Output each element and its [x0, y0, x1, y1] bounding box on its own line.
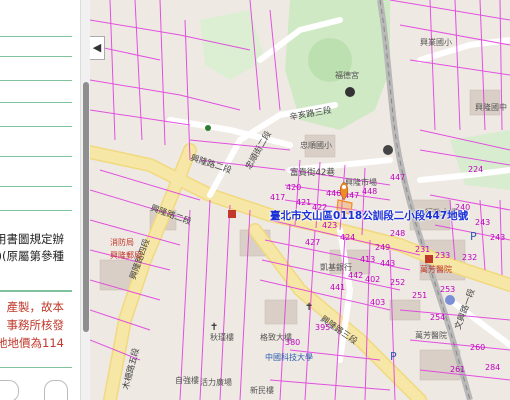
poi-label: 興業國小 — [420, 37, 452, 47]
panel-text-line: 用書圖規定辦 — [0, 232, 64, 246]
poi-label: 興隆國中 — [475, 102, 507, 112]
panel-row — [0, 80, 72, 103]
parcel-number: 427 — [305, 238, 320, 247]
tree-icon — [345, 87, 355, 97]
parcel-number: 402 — [365, 275, 380, 284]
church-icon: ✝ — [210, 322, 218, 333]
parcel-number: 443 — [380, 259, 395, 268]
panel-row — [0, 156, 72, 187]
poi-label: 福德宮 — [335, 70, 359, 80]
panel-row: 產製，故本 事務所核發 地地價為114 — [0, 290, 72, 368]
poi-label: 興隆市場 — [345, 177, 377, 187]
parcel-number: 395 — [315, 323, 330, 332]
parcel-number: 243 — [475, 218, 490, 227]
road-label: 富貴街42巷 — [290, 167, 335, 178]
poi-label: 新民樓 — [250, 385, 274, 395]
map-svg: 興隆路二段 辛亥路三段 興隆路二段 忠順街二段 興隆路四段 木柵路五段 興隆路三… — [90, 0, 510, 400]
panel-row: 用書圖規定辦 )(原屬第參種 — [0, 210, 72, 292]
parcel-number: 231 — [415, 245, 430, 254]
map-canvas[interactable]: 興隆路二段 辛亥路三段 興隆路二段 忠順街二段 興隆路四段 木柵路五段 興隆路三… — [90, 0, 510, 400]
tree-icon — [205, 125, 211, 131]
panel-row — [0, 102, 72, 127]
panel-text-line: )(原屬第參種 — [0, 249, 64, 263]
panel-note-line: 產製，故本 — [6, 300, 65, 314]
poi-label: 自強樓 — [175, 375, 199, 385]
panel-note-line: 地地價為114 — [0, 336, 64, 350]
panel-row — [0, 56, 72, 81]
hospital-icon — [425, 255, 433, 263]
panel-tab-button[interactable] — [44, 380, 68, 400]
poi-label: 活力廣場 — [200, 377, 232, 387]
parcel-number: 442 — [348, 271, 363, 280]
building-h-icon — [445, 295, 455, 305]
parcel-number: 232 — [462, 253, 477, 262]
scrollbar-thumb[interactable] — [83, 82, 89, 332]
poi-label: 消防局 — [110, 237, 134, 247]
parcel-number: 243 — [490, 233, 505, 242]
collapse-panel-button[interactable]: ◀ — [90, 36, 105, 60]
parcel-number: 446 — [326, 189, 341, 198]
parking-icon: P — [390, 350, 397, 363]
parcel-number: 441 — [330, 283, 345, 292]
panel-note-line: 事務所核發 — [6, 318, 65, 332]
parcel-number: 261 — [450, 365, 465, 374]
parcel-number: 413 — [360, 255, 375, 264]
parcel-number: 448 — [362, 187, 377, 196]
parcel-number: 260 — [470, 343, 485, 352]
panel-row — [0, 36, 72, 57]
parcel-callout-label: 臺北市文山區0118公訓段二小段447地號 — [270, 210, 469, 222]
parcel-number: 254 — [430, 313, 445, 322]
parcel-number: 420 — [286, 183, 301, 192]
parcel-number: 417 — [270, 193, 285, 202]
parcel-number: 403 — [370, 298, 385, 307]
parcel-number: 233 — [435, 251, 450, 260]
parcel-number: 253 — [440, 285, 455, 294]
church-icon: ✝ — [305, 302, 313, 313]
parcel-number: 252 — [390, 278, 405, 287]
parcel-number: 447 — [390, 173, 405, 182]
refresh-icon[interactable] — [0, 380, 19, 400]
parcel-number: 249 — [375, 243, 390, 252]
poi-label: 萬芳醫院 — [420, 264, 452, 274]
parcel-number: 248 — [390, 229, 405, 238]
parking-icon: P — [470, 230, 477, 243]
fire-station-icon — [228, 210, 236, 218]
parcel-number: 224 — [468, 165, 483, 174]
parcel-number: 251 — [412, 291, 427, 300]
poi-label: 忠順國小 — [300, 141, 332, 150]
left-panel: 用書圖規定辦 )(原屬第參種 產製，故本 事務所核發 地地價為114 — [0, 0, 80, 400]
poi-label: 興隆郵局 — [110, 250, 142, 260]
panel-row — [0, 186, 72, 211]
poi-label: 秋瑾樓 — [210, 332, 234, 342]
poi-label: 萬芳醫院 — [415, 330, 447, 340]
parcel-number: 284 — [485, 363, 500, 372]
parcel-number: 424 — [340, 233, 355, 242]
poi-label: 中國科技大學 — [265, 352, 313, 362]
panel-row — [0, 126, 72, 157]
parcel-number: 380 — [285, 338, 300, 347]
parcel-number: 421 — [296, 198, 311, 207]
temple-icon — [383, 145, 393, 155]
